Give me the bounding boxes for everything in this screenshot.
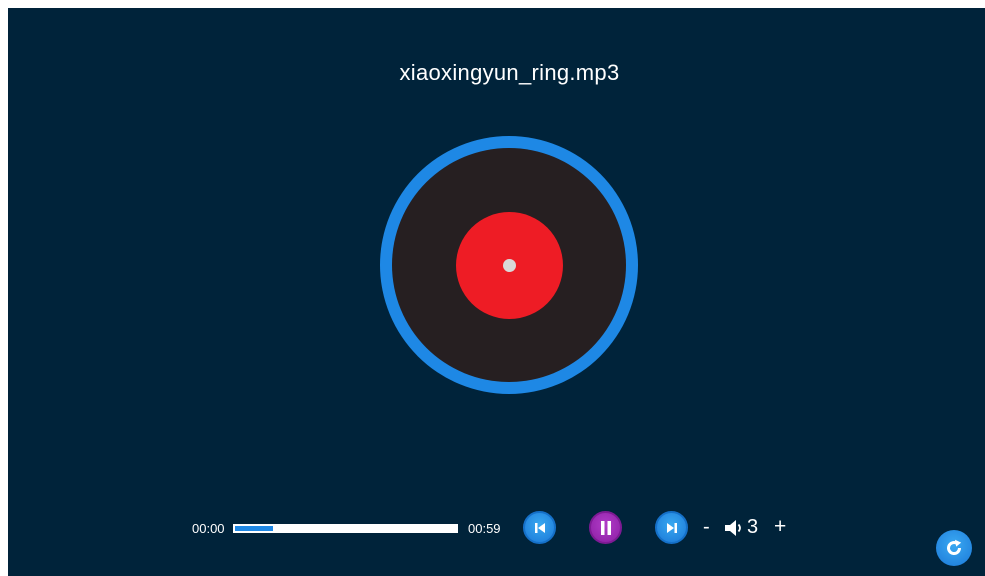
vinyl-disc	[380, 136, 638, 394]
previous-track-button[interactable]	[523, 511, 556, 544]
vinyl-spindle-hole	[503, 259, 516, 272]
refresh-button[interactable]	[936, 530, 972, 566]
next-track-button[interactable]	[655, 511, 688, 544]
volume-level: 3	[747, 516, 759, 538]
volume-up-button[interactable]: +	[774, 516, 786, 538]
progress-bar[interactable]	[233, 524, 458, 533]
pause-icon	[600, 520, 611, 535]
vinyl-label	[456, 212, 563, 319]
pause-button[interactable]	[589, 511, 622, 544]
music-player: xiaoxingyun_ring.mp3 00:00 00:59 - 3 +	[8, 8, 985, 576]
skip-next-icon	[666, 522, 677, 533]
speaker-icon	[725, 520, 741, 536]
volume-down-button[interactable]: -	[703, 516, 710, 538]
refresh-icon	[947, 539, 962, 555]
progress-fill	[235, 526, 273, 531]
vinyl-record	[392, 148, 626, 382]
track-title: xiaoxingyun_ring.mp3	[399, 60, 620, 85]
total-time: 00:59	[468, 521, 501, 536]
skip-previous-icon	[534, 522, 545, 533]
current-time: 00:00	[192, 521, 225, 536]
